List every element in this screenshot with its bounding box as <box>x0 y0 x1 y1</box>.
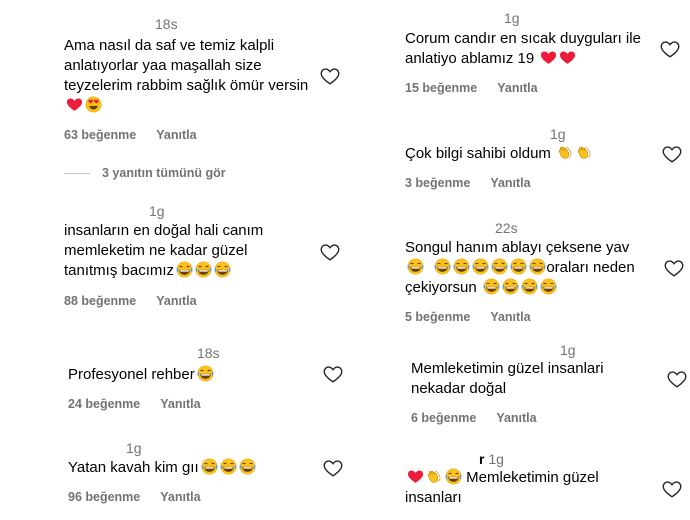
comment-meta: 88 beğenme Yanıtla <box>64 294 217 308</box>
like-count[interactable]: 24 beğenme <box>68 397 140 411</box>
clapping-emoji-icon <box>576 144 593 161</box>
comment-timestamp: 1g <box>550 126 566 142</box>
like-count[interactable]: 15 beğenme <box>405 81 477 95</box>
laughing-emoji-icon <box>239 458 256 475</box>
comment-timestamp: r 1g <box>479 451 504 467</box>
like-heart-icon[interactable] <box>320 67 340 85</box>
clapping-emoji-icon <box>557 144 574 161</box>
like-count[interactable]: 88 beğenme <box>64 294 136 308</box>
like-heart-icon[interactable] <box>660 40 680 58</box>
comment-text: Yatan kavah kim gıı <box>68 458 308 478</box>
clapping-emoji-icon <box>426 468 443 485</box>
comment-text: Corum candır en sıcak duyguları ile anla… <box>405 30 641 67</box>
laughing-emoji-icon <box>453 258 470 275</box>
laughing-emoji-icon <box>502 278 519 295</box>
laughing-emoji-icon <box>521 278 538 295</box>
laughing-emoji-icon <box>434 258 451 275</box>
reply-button[interactable]: Yanıtla <box>160 490 200 504</box>
divider-line <box>64 173 90 175</box>
like-count[interactable]: 3 beğenme <box>405 176 470 190</box>
comment-text: Profesyonel rehber <box>68 365 308 385</box>
reply-button[interactable]: Yanıtla <box>160 397 200 411</box>
comment-text: Songul hanım ablayı çeksene yav oraları … <box>405 239 635 296</box>
red-heart-emoji-icon <box>559 49 576 66</box>
laughing-emoji-icon <box>491 258 508 275</box>
comment-timestamp: 1g <box>560 342 576 358</box>
comment-timestamp: 1g <box>504 10 520 26</box>
comment-meta: 6 beğenme Yanıtla <box>411 411 557 425</box>
comment-meta: 24 beğenme Yanıtla <box>68 397 221 411</box>
like-count[interactable]: 63 beğenme <box>64 128 136 142</box>
comment-timestamp: 1g <box>149 203 165 219</box>
comment-meta: 15 beğenme Yanıtla <box>405 81 558 95</box>
laughing-emoji-icon <box>197 365 214 382</box>
comment-meta: 63 beğenme Yanıtla <box>64 128 217 142</box>
red-heart-emoji-icon <box>407 468 424 485</box>
reply-button[interactable]: Yanıtla <box>156 294 196 308</box>
laughing-emoji-icon <box>195 261 212 278</box>
view-replies-button[interactable]: 3 yanıtın tümünü gör <box>64 166 226 180</box>
like-heart-icon[interactable] <box>323 365 343 383</box>
heart-eyes-emoji-icon <box>85 96 102 113</box>
red-heart-emoji-icon <box>540 49 557 66</box>
laughing-emoji-icon <box>540 278 557 295</box>
laughing-emoji-icon <box>445 468 462 485</box>
reply-button[interactable]: Yanıtla <box>496 411 536 425</box>
comment-meta: 96 beğenme Yanıtla <box>68 490 221 504</box>
like-count[interactable]: 5 beğenme <box>405 310 470 324</box>
comment-text: insanların en doğal hali canım memleketi… <box>64 222 264 279</box>
comment-meta: 3 beğenme Yanıtla <box>405 176 551 190</box>
laughing-emoji-icon <box>220 458 237 475</box>
comment-text: Çok bilgi sahibi oldum <box>405 144 657 164</box>
comment-text: Memleketimin güzel insanları <box>405 468 599 506</box>
reply-button[interactable]: Yanıtla <box>497 81 537 95</box>
comment-text: Memleketimin güzel insanlari nekadar doğ… <box>411 360 604 397</box>
like-heart-icon[interactable] <box>323 459 343 477</box>
comment-text: Ama nasıl da saf ve temiz kalpli anlatıy… <box>64 36 314 116</box>
reply-button[interactable]: Yanıtla <box>490 310 530 324</box>
comment-meta: 5 beğenme Yanıtla <box>405 310 551 324</box>
laughing-emoji-icon <box>510 258 527 275</box>
like-heart-icon[interactable] <box>667 370 687 388</box>
like-heart-icon[interactable] <box>664 259 684 277</box>
comment-timestamp: 18s <box>197 345 220 361</box>
like-count[interactable]: 96 beğenme <box>68 490 140 504</box>
like-heart-icon[interactable] <box>662 145 682 163</box>
comment-timestamp: 1g <box>126 440 142 456</box>
comment-timestamp: 22s <box>495 220 518 236</box>
reply-button[interactable]: Yanıtla <box>156 128 196 142</box>
laughing-emoji-icon <box>214 261 231 278</box>
laughing-emoji-icon <box>483 278 500 295</box>
like-count[interactable]: 6 beğenme <box>411 411 476 425</box>
laughing-emoji-icon <box>201 458 218 475</box>
comment-timestamp: 18s <box>155 16 178 32</box>
laughing-emoji-icon <box>407 258 424 275</box>
reply-button[interactable]: Yanıtla <box>490 176 530 190</box>
laughing-emoji-icon <box>176 261 193 278</box>
like-heart-icon[interactable] <box>662 480 682 498</box>
laughing-emoji-icon <box>529 258 546 275</box>
like-heart-icon[interactable] <box>320 243 340 261</box>
username[interactable]: r <box>479 451 484 467</box>
red-heart-emoji-icon <box>66 96 83 113</box>
laughing-emoji-icon <box>472 258 489 275</box>
